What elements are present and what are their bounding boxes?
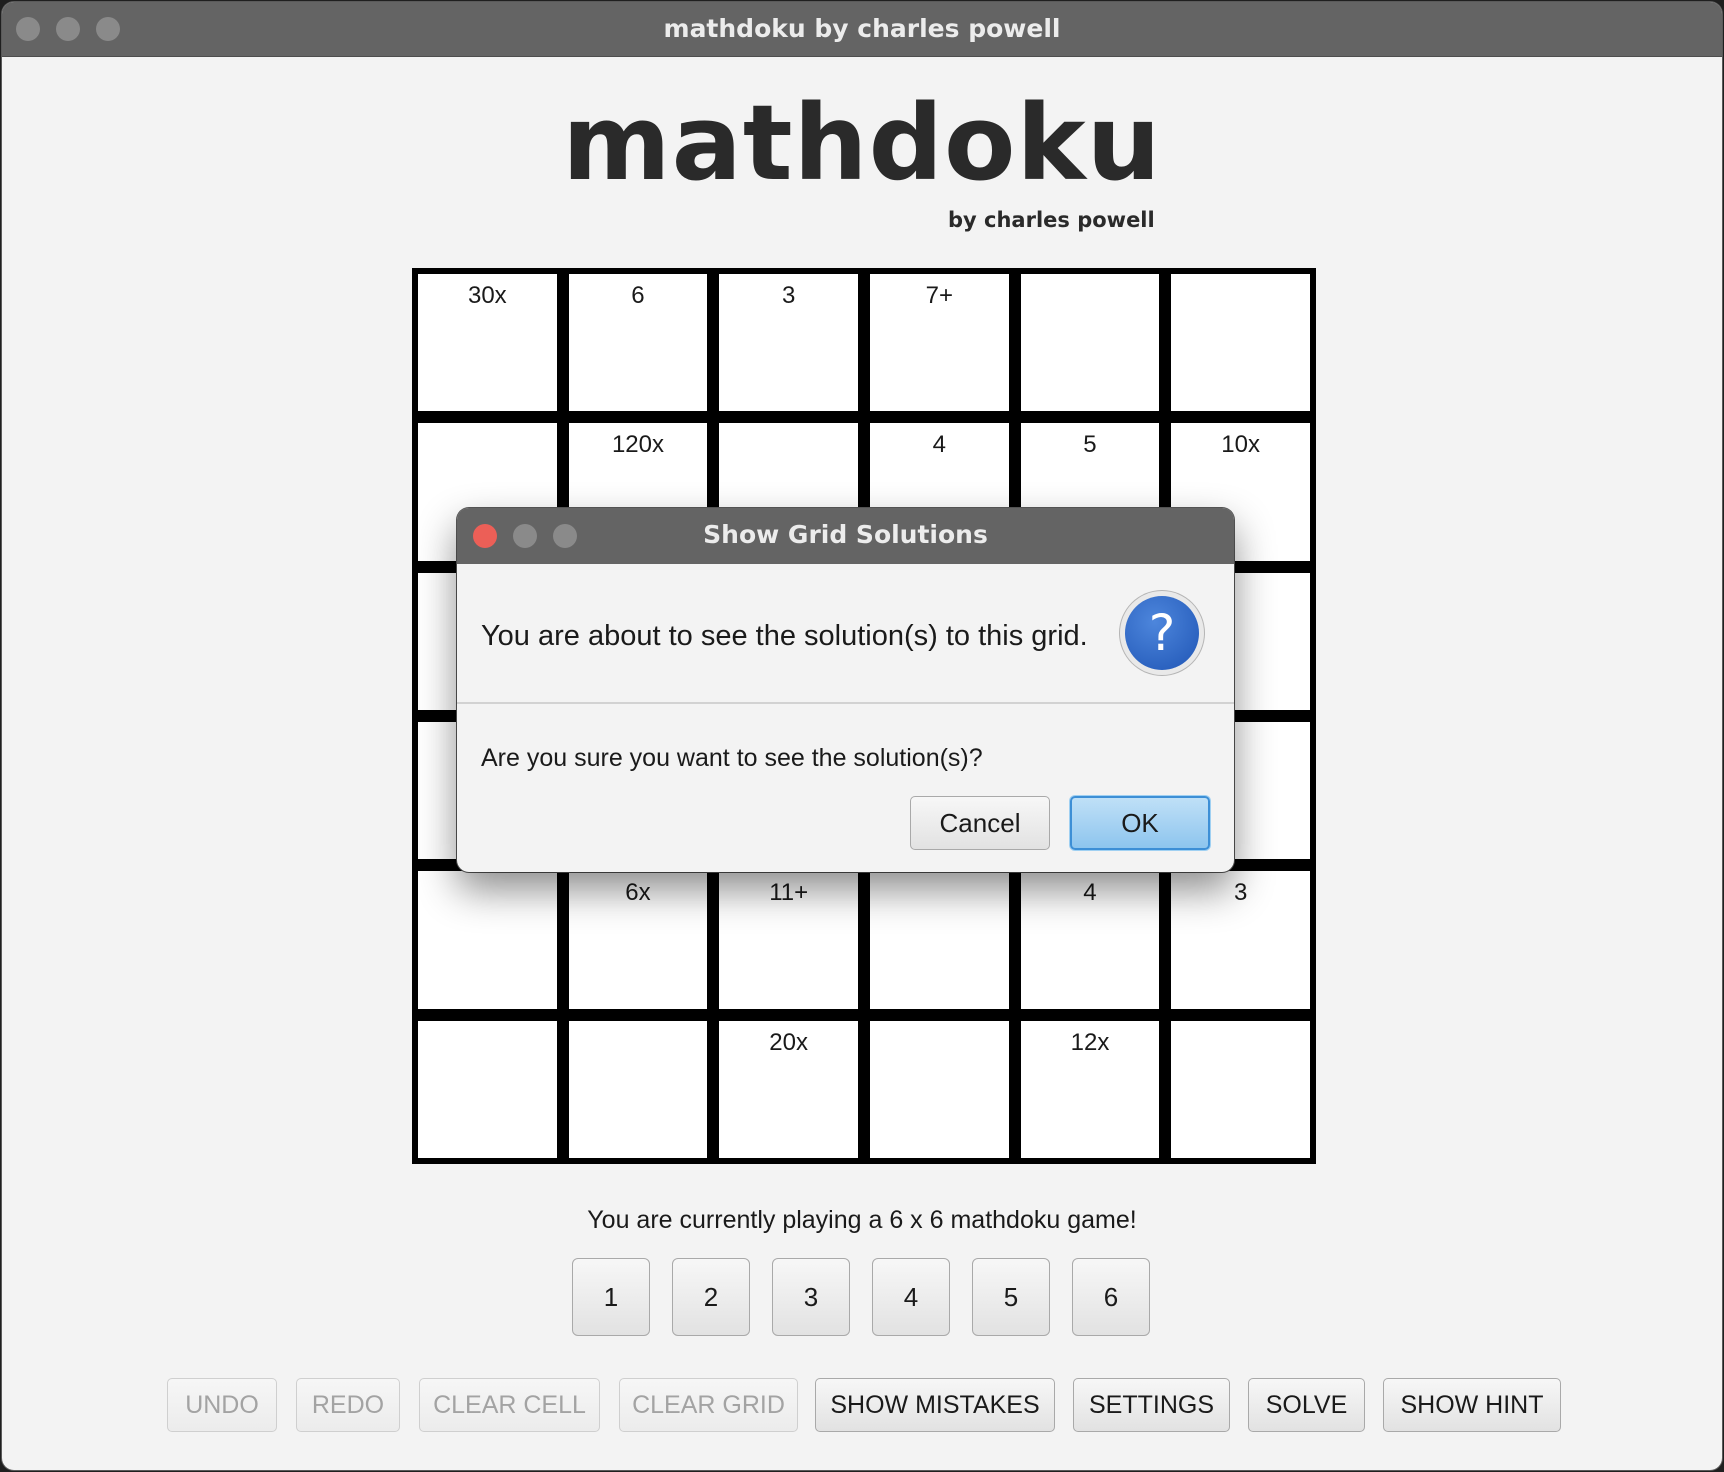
dialog-header-text: You are about to see the solution(s) to …: [481, 620, 1088, 652]
number-button-5[interactable]: 5: [972, 1258, 1050, 1336]
show-mistakes-button[interactable]: SHOW MISTAKES: [815, 1378, 1055, 1432]
grid-cell[interactable]: [418, 1020, 557, 1158]
grid-cell[interactable]: [1020, 274, 1160, 412]
grid-cell[interactable]: 4: [1020, 871, 1160, 1009]
cage-label: 7+: [925, 282, 954, 309]
grid-cell[interactable]: 3: [1171, 871, 1310, 1009]
clear-grid-button[interactable]: CLEAR GRID: [619, 1378, 798, 1432]
settings-button[interactable]: SETTINGS: [1073, 1378, 1230, 1432]
grid-cell[interactable]: [1171, 1020, 1310, 1158]
clear-cell-button[interactable]: CLEAR CELL: [419, 1378, 600, 1432]
grid-cell[interactable]: 30x: [418, 274, 557, 412]
window-title: mathdoku by charles powell: [663, 14, 1061, 43]
grid-cell[interactable]: 3: [719, 274, 858, 412]
dialog-content-text: Are you sure you want to see the solutio…: [481, 744, 983, 772]
grid-cell[interactable]: 12x: [1020, 1020, 1160, 1158]
ok-button[interactable]: OK: [1070, 796, 1210, 850]
show-hint-button[interactable]: SHOW HINT: [1383, 1378, 1561, 1432]
grid-cell[interactable]: 6: [568, 274, 708, 412]
grid-cell[interactable]: [870, 1020, 1009, 1158]
app-subtitle: by charles powell: [948, 208, 1155, 232]
grid-cell[interactable]: [1171, 274, 1310, 412]
cage-label: 5: [1083, 431, 1097, 459]
number-button-4[interactable]: 4: [872, 1258, 950, 1336]
cage-label: 120x: [611, 431, 664, 459]
cage-label: 4: [932, 431, 946, 459]
title-bar: mathdoku by charles powell: [2, 2, 1722, 57]
cage-label: 11+: [769, 879, 809, 907]
cage-label: 20x: [769, 1028, 808, 1056]
cage-label: 12x: [1070, 1028, 1110, 1056]
grid-cell[interactable]: [870, 871, 1009, 1009]
cancel-button[interactable]: Cancel: [910, 796, 1050, 850]
dialog-title-bar: Show Grid Solutions: [457, 508, 1234, 564]
cage-label: 30x: [467, 282, 507, 309]
grid-cell[interactable]: 20x: [719, 1020, 858, 1158]
cage-label: 4: [1083, 879, 1097, 907]
main-window: mathdoku by charles powell mathdoku by c…: [2, 2, 1722, 1470]
question-mark-glyph: ?: [1125, 596, 1199, 670]
redo-button[interactable]: REDO: [296, 1378, 400, 1432]
cage-label: 10x: [1221, 431, 1260, 459]
cage-label: 3: [781, 282, 796, 309]
number-button-6[interactable]: 6: [1072, 1258, 1150, 1336]
grid-cell[interactable]: [568, 1020, 708, 1158]
grid-cell[interactable]: [418, 871, 557, 1009]
undo-button[interactable]: UNDO: [167, 1378, 277, 1432]
dialog-title: Show Grid Solutions: [703, 520, 988, 549]
app-title: mathdoku: [562, 82, 1162, 204]
cage-label: 6: [631, 282, 645, 309]
dialog-divider: [457, 702, 1234, 704]
cage-label: 6x: [625, 879, 651, 907]
status-text: You are currently playing a 6 x 6 mathdo…: [587, 1206, 1137, 1234]
solve-button[interactable]: SOLVE: [1248, 1378, 1365, 1432]
grid-cell[interactable]: 7+: [870, 274, 1009, 412]
number-button-3[interactable]: 3: [772, 1258, 850, 1336]
grid-cell[interactable]: 6x: [568, 871, 708, 1009]
number-button-1[interactable]: 1: [572, 1258, 650, 1336]
show-grid-solutions-dialog: Show Grid Solutions You are about to see…: [457, 508, 1234, 872]
grid-cell[interactable]: 11+: [719, 871, 858, 1009]
number-button-2[interactable]: 2: [672, 1258, 750, 1336]
question-icon: ?: [1120, 591, 1204, 675]
cage-label: 3: [1233, 879, 1248, 907]
